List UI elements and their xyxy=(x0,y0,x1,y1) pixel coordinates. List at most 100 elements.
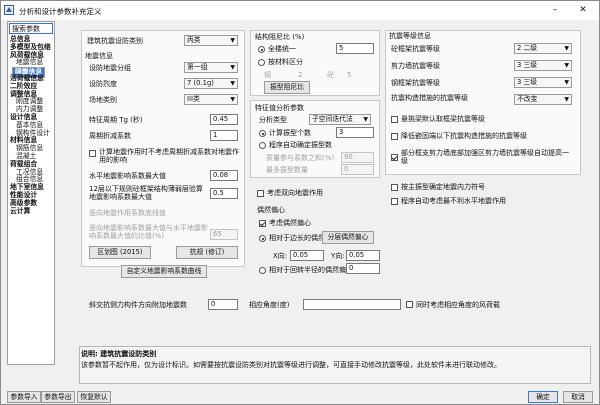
minimize-icon[interactable]: – xyxy=(543,3,567,17)
wind-checkbox[interactable] xyxy=(406,301,413,308)
wind-label: 同时考虑相应角度的风荷载 xyxy=(416,301,500,309)
material-radio[interactable] xyxy=(258,59,265,66)
damping-title: 结构阻尼比 (%) xyxy=(255,33,305,41)
uniform-input[interactable]: 5 xyxy=(336,43,374,54)
conc-label: 砼 xyxy=(327,71,334,79)
max-input[interactable]: 0 xyxy=(341,164,374,175)
y-input[interactable]: 0.05 xyxy=(346,250,380,261)
x-input[interactable]: 0.05 xyxy=(290,250,324,261)
sec-checkbox[interactable] xyxy=(391,184,398,191)
auto-worst-label: 程序自动考虑最不利水平地震作用 xyxy=(401,197,506,205)
count-label: 计算振型个数 xyxy=(269,129,311,137)
two-way-label: 考虑双向地震作用 xyxy=(267,189,323,197)
material-label: 按材料区分 xyxy=(268,58,303,66)
amax-label: 水平地震影响系数最大值 xyxy=(89,172,166,180)
vert-label: 竖向地震作用系数底线值 xyxy=(89,209,166,217)
tg-input[interactable]: 0.45 xyxy=(210,114,238,125)
export-button[interactable]: 参数导出 xyxy=(41,391,75,403)
angle-label: 相应角度(度) xyxy=(249,301,290,309)
frame-select[interactable]: 2 二级 ▼ xyxy=(514,43,572,54)
type-label: 分析类型 xyxy=(259,116,287,124)
category-label: 建筑抗震设防类别 xyxy=(87,37,143,45)
description-title: 说明: 建筑抗震设防类别 xyxy=(81,350,157,358)
count-radio[interactable] xyxy=(259,130,266,137)
site-select[interactable]: III类 ▼ xyxy=(184,94,238,105)
uniform-label: 全楼统一 xyxy=(268,45,296,53)
auto-label: 程序自动确定振型数 xyxy=(269,141,332,149)
title-bar: 分析和设计参数补充定义 – ✕ xyxy=(1,1,599,20)
low-label: 降低嵌固端以下抗震构造措施的抗震等级 xyxy=(401,132,527,140)
s12-label: 12层以下规则砼框架结构薄弱层验算地震影响系数最大值 xyxy=(89,185,203,201)
measure-label: 抗震构造措施的抗震等级 xyxy=(391,94,468,102)
layer-ecc-button[interactable]: 分层偶然偏心 xyxy=(322,231,374,244)
conc-value: 5 xyxy=(347,71,352,79)
cant-label: 悬挑梁默认取框梁抗震等级 xyxy=(401,115,485,123)
ecc-label: 考虑偶然偏心 xyxy=(269,219,311,227)
ecc-checkbox[interactable] xyxy=(259,220,266,227)
vert2-input[interactable]: 65 xyxy=(210,229,238,240)
nomin-label: 计算地震作用时不考虑周期折减系数对地震作用的影响 xyxy=(99,148,239,164)
s12-input[interactable]: 0.5 xyxy=(210,188,238,199)
nav-item[interactable]: 云计算 xyxy=(10,207,30,216)
search-input[interactable]: 搜索参数 xyxy=(9,23,53,34)
group-label: 设防地震分组 xyxy=(89,64,131,72)
gyr-label: 相对于回转半径的偶然偏心 xyxy=(269,266,353,274)
oblique-input[interactable]: 0 xyxy=(208,299,238,310)
type-select[interactable]: 子空间迭代法 ▼ xyxy=(309,114,371,125)
modal-title: 特征值分析参数 xyxy=(255,104,304,112)
ok-button[interactable]: 确定 xyxy=(528,391,558,403)
mass-label: 质量参与系数之和(%) xyxy=(266,154,335,162)
group-title: 地震信息 xyxy=(85,52,113,60)
gyr-input[interactable]: 0 xyxy=(346,263,380,274)
x-label: X向: xyxy=(273,252,288,260)
steel-frame-label: 钢框架抗震等级 xyxy=(391,79,440,87)
frame-label: 砼框架抗震等级 xyxy=(391,45,440,53)
ecc-title: 偶然偏心 xyxy=(257,206,285,214)
gyr-radio[interactable] xyxy=(259,267,266,274)
modal-damping-button[interactable]: 振型阻尼比 xyxy=(264,81,310,94)
vert2-label: 竖向地震影响系数最大值与水平地震影响系数最大值的比值(%) xyxy=(89,224,208,240)
cant-checkbox[interactable] xyxy=(391,116,398,123)
low-checkbox[interactable] xyxy=(391,133,398,140)
auto-radio[interactable] xyxy=(259,142,266,149)
two-way-checkbox[interactable] xyxy=(257,190,264,197)
auto-worst-checkbox[interactable] xyxy=(391,198,398,205)
nav-tree: 搜索参数 总信息 多模型及包络 风荷载信息 地震信息 隔震信息 活荷载信息 二阶效应 调整信息… xyxy=(7,21,55,365)
rel-radio[interactable] xyxy=(259,235,266,242)
shear-select[interactable]: 3 三级 ▼ xyxy=(514,60,572,71)
cancel-button[interactable]: 取消 xyxy=(563,391,593,403)
category-select[interactable]: 丙类 ▼ xyxy=(184,35,238,46)
y-label: Y向: xyxy=(331,252,345,260)
period-input[interactable]: 1 xyxy=(210,130,238,141)
sec-label: 按主振型确定地震内力符号 xyxy=(401,183,485,191)
angle-input[interactable] xyxy=(303,299,401,310)
nav-item[interactable]: 地震信息 xyxy=(16,59,43,67)
site-label: 场地类别 xyxy=(89,96,117,104)
count-input[interactable]: 3 xyxy=(336,127,374,138)
period-label: 周期折减系数 xyxy=(89,132,131,140)
tg-label: 特征周期 Tg (秒) xyxy=(89,116,143,124)
import-button[interactable]: 参数导入 xyxy=(7,391,41,403)
max-label: 最多振型数量 xyxy=(266,166,308,174)
nomin-checkbox[interactable] xyxy=(89,150,96,157)
custom-curve-button[interactable]: 自定义地震影响系数曲线 xyxy=(121,265,207,278)
steel-value: 2 xyxy=(298,71,303,79)
mass-input[interactable]: 90 xyxy=(341,152,374,163)
oblique-label: 斜交抗侧力构件方向附加地震数 xyxy=(89,301,187,309)
amax-input[interactable]: 0.08 xyxy=(210,170,238,181)
shear-label: 剪力墙抗震等级 xyxy=(391,62,440,70)
group-select[interactable]: 第一组 ▼ xyxy=(184,62,238,73)
restore-button[interactable]: 恢复默认 xyxy=(77,391,111,403)
steel-frame-select[interactable]: 3 三级 ▼ xyxy=(514,77,572,88)
uniform-radio[interactable] xyxy=(258,46,265,53)
steel-label: 钢 xyxy=(264,71,271,79)
intensity-label: 设防烈度 xyxy=(89,80,117,88)
dialog-window: 分析和设计参数补充定义 – ✕ 搜索参数 总信息 多模型及包络 风荷载信息 地震信息隔… xyxy=(0,0,600,405)
part-checkbox[interactable] xyxy=(391,154,398,161)
intensity-select[interactable]: 7 (0.1g) ▼ xyxy=(184,78,238,89)
measure-select[interactable]: 不改变 ▼ xyxy=(514,94,572,105)
close-icon[interactable]: ✕ xyxy=(571,3,595,17)
anzhen-button[interactable]: 抗规 (修订) xyxy=(176,246,238,259)
grade-title: 抗震等级信息 xyxy=(389,32,431,40)
zone-map-button[interactable]: 区划图 (2015) xyxy=(89,246,151,259)
